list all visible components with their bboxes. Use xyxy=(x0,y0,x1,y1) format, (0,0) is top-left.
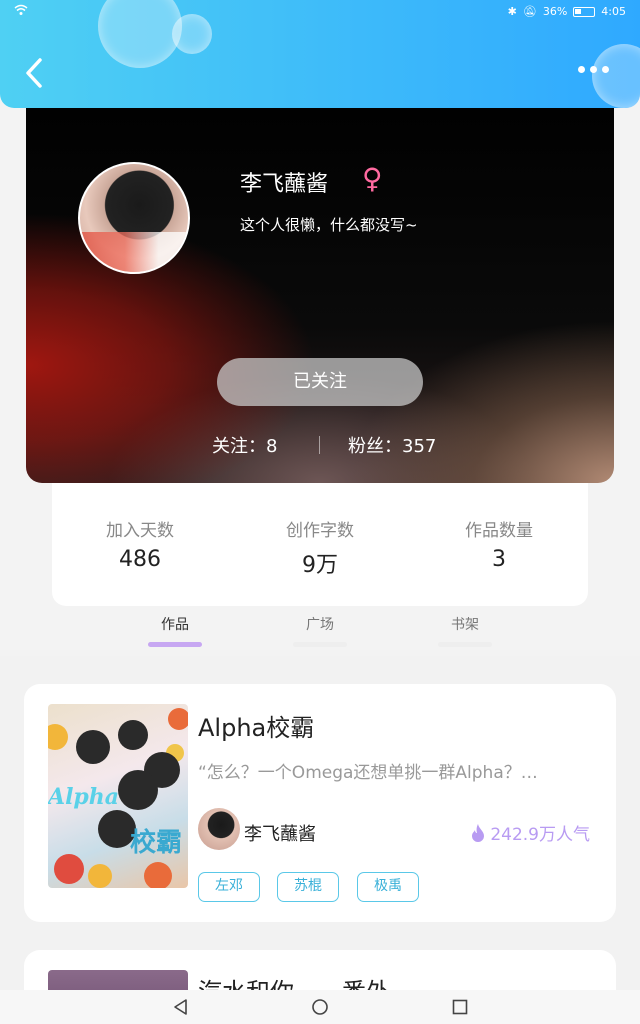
flower-decor xyxy=(48,724,68,750)
profile-hero: 李飞蘸酱 ♀ 这个人很懒，什么都没写~ 已关注 关注：8 粉丝：357 xyxy=(26,90,614,483)
battery-percent: 36% xyxy=(542,5,568,18)
cover-title-text: Alpha xyxy=(48,784,120,810)
cover-figure xyxy=(118,770,158,810)
tab-indicator xyxy=(293,642,347,647)
female-icon: ♀ xyxy=(362,162,383,195)
divider xyxy=(319,436,320,454)
tag-chip[interactable]: 极禹 xyxy=(357,872,419,902)
work-card[interactable]: Alpha 校霸 Alpha校霸 “怎么？一个Omega还想单挑一群Alpha？… xyxy=(24,684,616,922)
book-cover[interactable]: Alpha 校霸 xyxy=(48,704,188,888)
stat-label: 作品数量 xyxy=(465,521,533,541)
dot-icon xyxy=(578,66,585,73)
author-name: 李飞蘸酱 xyxy=(244,824,316,845)
author-stats-card: 加入天数 486 创作字数 9万 作品数量 3 xyxy=(52,480,588,606)
tab-label: 书架 xyxy=(451,617,479,633)
header-bar: ✱ 🔕︎ 36% 4:05 xyxy=(0,0,640,108)
tag-chip[interactable]: 苏棍 xyxy=(277,872,339,902)
dot-icon xyxy=(602,66,609,73)
tab-indicator xyxy=(438,642,492,647)
battery-icon xyxy=(573,6,596,17)
nav-back-icon[interactable] xyxy=(172,998,190,1016)
popularity-text: 242.9万人气 xyxy=(490,825,590,845)
tab-bar: 作品 广场 书架 xyxy=(0,606,640,656)
cover-title-text: 校霸 xyxy=(130,828,183,858)
flower-decor xyxy=(168,708,188,730)
tab-label: 广场 xyxy=(306,617,334,633)
stat-value: 486 xyxy=(119,547,161,572)
stat-word-count: 创作字数 9万 xyxy=(240,516,400,579)
followers-count[interactable]: 粉丝：357 xyxy=(348,432,436,458)
cover-figure xyxy=(118,720,148,750)
nav-home-icon[interactable] xyxy=(311,998,329,1016)
work-title[interactable]: Alpha校霸 xyxy=(198,708,314,743)
chevron-left-icon xyxy=(26,58,42,88)
fire-icon xyxy=(472,823,485,842)
flower-decor xyxy=(144,862,172,888)
tab-works[interactable]: 作品 xyxy=(135,614,215,647)
dot-icon xyxy=(590,66,597,73)
more-options-button[interactable] xyxy=(578,66,612,78)
flower-decor xyxy=(54,854,84,884)
following-count[interactable]: 关注：8 xyxy=(212,432,277,458)
wifi-icon xyxy=(14,4,28,19)
stat-label: 创作字数 xyxy=(286,521,354,541)
tab-indicator xyxy=(148,642,202,647)
avatar[interactable] xyxy=(78,162,190,274)
work-excerpt: “怎么？一个Omega还想单挑一群Alpha？… xyxy=(198,763,538,783)
clock: 4:05 xyxy=(601,5,626,18)
stat-join-days: 加入天数 486 xyxy=(60,516,220,572)
stat-value: 3 xyxy=(492,547,506,572)
stat-value: 9万 xyxy=(302,553,338,578)
system-nav-bar xyxy=(0,990,640,1024)
stat-label: 加入天数 xyxy=(106,521,174,541)
profile-name: 李飞蘸酱 xyxy=(240,172,329,197)
author-avatar xyxy=(198,808,240,850)
tab-square[interactable]: 广场 xyxy=(280,614,360,647)
profile-bio: 这个人很懒，什么都没写~ xyxy=(240,216,418,234)
flower-decor xyxy=(88,864,112,888)
nav-recents-icon[interactable] xyxy=(451,998,469,1016)
cover-figure xyxy=(76,730,110,764)
mute-icon: 🔕︎ xyxy=(522,5,537,18)
back-button[interactable] xyxy=(20,56,50,90)
bluetooth-icon: ✱ xyxy=(507,5,517,18)
tab-bookshelf[interactable]: 书架 xyxy=(425,614,505,647)
tab-label: 作品 xyxy=(161,617,189,633)
follow-button[interactable]: 已关注 xyxy=(217,358,423,406)
stat-works-count: 作品数量 3 xyxy=(419,516,579,572)
popularity: 242.9万人气 xyxy=(470,820,590,845)
status-bar: ✱ 🔕︎ 36% 4:05 xyxy=(0,4,640,22)
tag-chip[interactable]: 左邓 xyxy=(198,872,260,902)
